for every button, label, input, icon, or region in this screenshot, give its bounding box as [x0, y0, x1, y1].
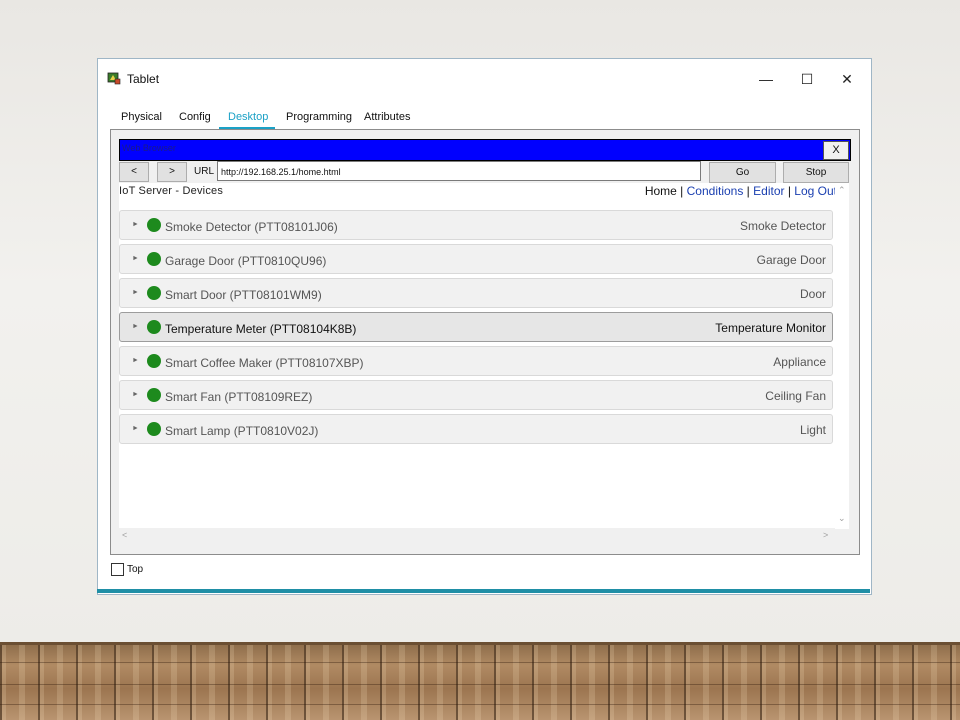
window-bottom-edge — [97, 589, 870, 593]
desktop-panel: Web Browser X < > URL http://192.168.25.… — [110, 129, 860, 555]
device-row[interactable]: ► Smoke Detector (PTT08101J06) Smoke Det… — [119, 210, 833, 240]
status-dot-icon — [147, 388, 161, 402]
device-row[interactable]: ► Smart Coffee Maker (PTT08107XBP) Appli… — [119, 346, 833, 376]
device-row[interactable]: ► Smart Fan (PTT08109REZ) Ceiling Fan — [119, 380, 833, 410]
url-input[interactable]: http://192.168.25.1/home.html — [217, 161, 701, 181]
top-checkbox[interactable] — [111, 563, 124, 576]
device-type: Door — [799, 287, 826, 301]
caret-right-icon[interactable]: ► — [132, 221, 139, 228]
tab-desktop[interactable]: Desktop — [228, 105, 268, 129]
device-name: Garage Door (PTT0810QU96) — [165, 254, 327, 268]
caret-right-icon[interactable]: ► — [132, 391, 139, 398]
device-name: Temperature Meter (PTT08104K8B) — [165, 322, 357, 336]
logout-link[interactable]: Log Out — [794, 184, 837, 198]
tablet-app-icon — [107, 72, 121, 85]
device-type: Smoke Detector — [739, 219, 826, 233]
device-name: Smart Coffee Maker (PTT08107XBP) — [165, 356, 364, 370]
device-type: Garage Door — [756, 253, 826, 267]
forward-button[interactable]: > — [157, 162, 187, 182]
status-dot-icon — [147, 422, 161, 436]
go-button[interactable]: Go — [709, 162, 776, 183]
status-dot-icon — [147, 286, 161, 300]
horizontal-scrollbar[interactable]: < > — [119, 528, 835, 544]
caret-right-icon[interactable]: ► — [132, 323, 139, 330]
device-name: Smart Lamp (PTT0810V02J) — [165, 424, 319, 438]
window-title: Tablet — [127, 72, 160, 86]
web-browser-close-button[interactable]: X — [823, 141, 849, 160]
nav-separator: | — [676, 184, 687, 198]
tab-attributes[interactable]: Attributes — [364, 105, 410, 129]
scroll-right-icon[interactable]: > — [823, 530, 828, 540]
conditions-link[interactable]: Conditions — [687, 184, 744, 198]
device-type: Temperature Monitor — [715, 321, 826, 335]
url-label: URL — [194, 166, 215, 177]
device-type: Ceiling Fan — [765, 389, 826, 403]
web-page-content: IoT Server - Devices Home | Conditions |… — [119, 183, 837, 529]
back-button[interactable]: < — [119, 162, 149, 182]
nav-separator: | — [784, 184, 795, 198]
page-title: IoT Server - Devices — [119, 185, 224, 197]
scroll-down-icon[interactable]: ⌄ — [838, 513, 846, 524]
home-link[interactable]: Home — [645, 184, 677, 198]
tablet-window: Tablet — ☐ ✕ Physical Config Desktop Pro… — [97, 58, 872, 595]
page-navigation: Home | Conditions | Editor | Log Out — [645, 184, 837, 198]
status-dot-icon — [147, 252, 161, 266]
device-row[interactable]: ► Garage Door (PTT0810QU96) Garage Door — [119, 244, 833, 274]
editor-link[interactable]: Editor — [753, 184, 784, 198]
scroll-up-icon[interactable]: ⌃ — [838, 185, 846, 196]
device-name: Smart Fan (PTT08109REZ) — [165, 390, 313, 404]
caret-right-icon[interactable]: ► — [132, 255, 139, 262]
close-button[interactable]: ✕ — [827, 67, 867, 91]
vertical-scrollbar[interactable]: ⌃ ⌄ — [835, 183, 849, 529]
caret-right-icon[interactable]: ► — [132, 357, 139, 364]
maximize-button[interactable]: ☐ — [787, 67, 827, 91]
status-dot-icon — [147, 320, 161, 334]
status-dot-icon — [147, 218, 161, 232]
minimize-button[interactable]: — — [746, 67, 786, 91]
caret-right-icon[interactable]: ► — [132, 425, 139, 432]
device-type: Appliance — [773, 355, 826, 369]
device-row[interactable]: ► Smart Lamp (PTT0810V02J) Light — [119, 414, 833, 444]
web-browser-title: Web Browser — [122, 143, 176, 153]
title-bar[interactable]: Tablet — ☐ ✕ — [98, 59, 871, 95]
top-checkbox-label: Top — [127, 564, 144, 575]
device-name: Smart Door (PTT08101WM9) — [165, 288, 322, 302]
tab-physical[interactable]: Physical — [121, 105, 162, 129]
caret-right-icon[interactable]: ► — [132, 289, 139, 296]
device-row[interactable]: ► Smart Door (PTT08101WM9) Door — [119, 278, 833, 308]
wooden-floor-background — [0, 642, 960, 720]
tab-programming[interactable]: Programming — [286, 105, 352, 129]
nav-separator: | — [743, 184, 754, 198]
tab-config[interactable]: Config — [179, 105, 211, 129]
web-browser-titlebar: Web Browser X — [119, 139, 851, 161]
stop-button[interactable]: Stop — [783, 162, 849, 183]
device-name: Smoke Detector (PTT08101J06) — [165, 220, 338, 234]
status-dot-icon — [147, 354, 161, 368]
scroll-left-icon[interactable]: < — [122, 530, 127, 540]
device-type: Light — [799, 423, 826, 437]
device-row-selected[interactable]: ► Temperature Meter (PTT08104K8B) Temper… — [119, 312, 833, 342]
